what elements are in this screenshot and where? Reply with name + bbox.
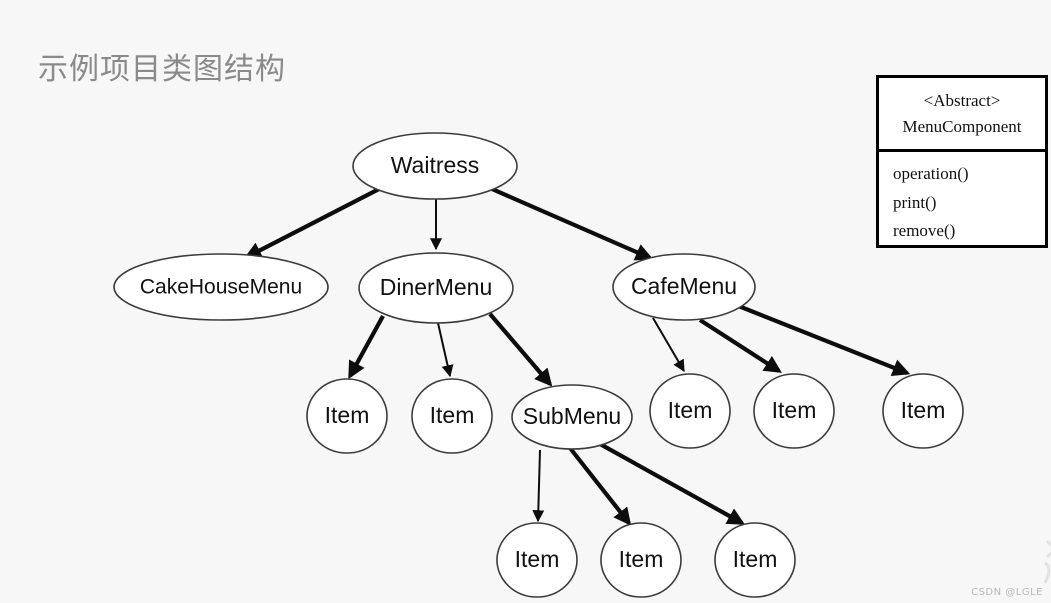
edge-cafe-to-item_c3 <box>730 301 911 376</box>
edge-submenu-to-item_s1 <box>532 449 545 523</box>
watermark: CSDN @LGLE <box>971 587 1043 598</box>
edge-submenu-to-item_s2 <box>568 446 632 526</box>
node-label: DinerMenu <box>380 274 493 300</box>
node-item_c1[interactable]: Item <box>649 373 731 449</box>
node-label: Item <box>668 397 713 423</box>
node-label: Item <box>619 546 664 572</box>
node-label: Item <box>430 402 475 428</box>
node-layer: Waitress CakeHouseMenu DinerMenu CafeMenu It… <box>113 132 964 598</box>
node-label: CafeMenu <box>631 273 737 299</box>
uml-class-box: <Abstract> MenuComponent operation() prin… <box>876 75 1048 248</box>
uml-method-1: print() <box>893 192 937 212</box>
edge-cafe-to-item_c2 <box>698 318 782 373</box>
node-label: Item <box>772 397 817 423</box>
node-waitress[interactable]: Waitress <box>352 132 518 200</box>
uml-class-name: MenuComponent <box>902 116 1022 136</box>
node-submenu[interactable]: SubMenu <box>511 384 633 450</box>
node-item_s3[interactable]: Item <box>714 522 796 598</box>
edge-cafe-to-item_c1 <box>652 317 685 373</box>
node-label: CakeHouseMenu <box>140 276 302 299</box>
edge-waitress-to-cafe <box>491 187 654 261</box>
edge-diner-to-submenu <box>488 312 553 387</box>
node-item_c3[interactable]: Item <box>882 373 964 449</box>
node-cakehouse[interactable]: CakeHouseMenu <box>113 253 329 321</box>
node-diner[interactable]: DinerMenu <box>358 252 514 324</box>
edge-diner-to-item_d2 <box>437 322 454 378</box>
edge-waitress-to-cakehouse <box>243 186 382 259</box>
node-item_d2[interactable]: Item <box>411 378 493 454</box>
node-cafe[interactable]: CafeMenu <box>612 253 756 321</box>
uml-method-list: operation() print() remove() <box>879 152 1045 246</box>
node-label: Item <box>733 546 778 572</box>
node-item_c2[interactable]: Item <box>753 373 835 449</box>
slide-canvas: 示例项目类图结构 Waitress CakeHouseMenu DinerMenu C… <box>0 0 1051 603</box>
node-item_s1[interactable]: Item <box>496 522 578 598</box>
edge-layer <box>243 186 911 526</box>
uml-method-2: remove() <box>893 221 956 241</box>
edge-diner-to-item_d1 <box>348 314 385 380</box>
uml-stereotype: <Abstract> <box>923 91 1001 110</box>
node-label: Item <box>325 402 370 428</box>
uml-class-header: <Abstract> MenuComponent <box>879 78 1045 152</box>
uml-method-0: operation() <box>893 164 969 183</box>
node-item_s2[interactable]: Item <box>600 522 682 598</box>
node-label: Item <box>901 397 946 423</box>
node-label: Waitress <box>391 152 480 178</box>
node-label: SubMenu <box>523 403 621 429</box>
corner-decoration-icon <box>1043 539 1051 584</box>
node-item_d1[interactable]: Item <box>306 378 388 454</box>
node-label: Item <box>515 546 560 572</box>
